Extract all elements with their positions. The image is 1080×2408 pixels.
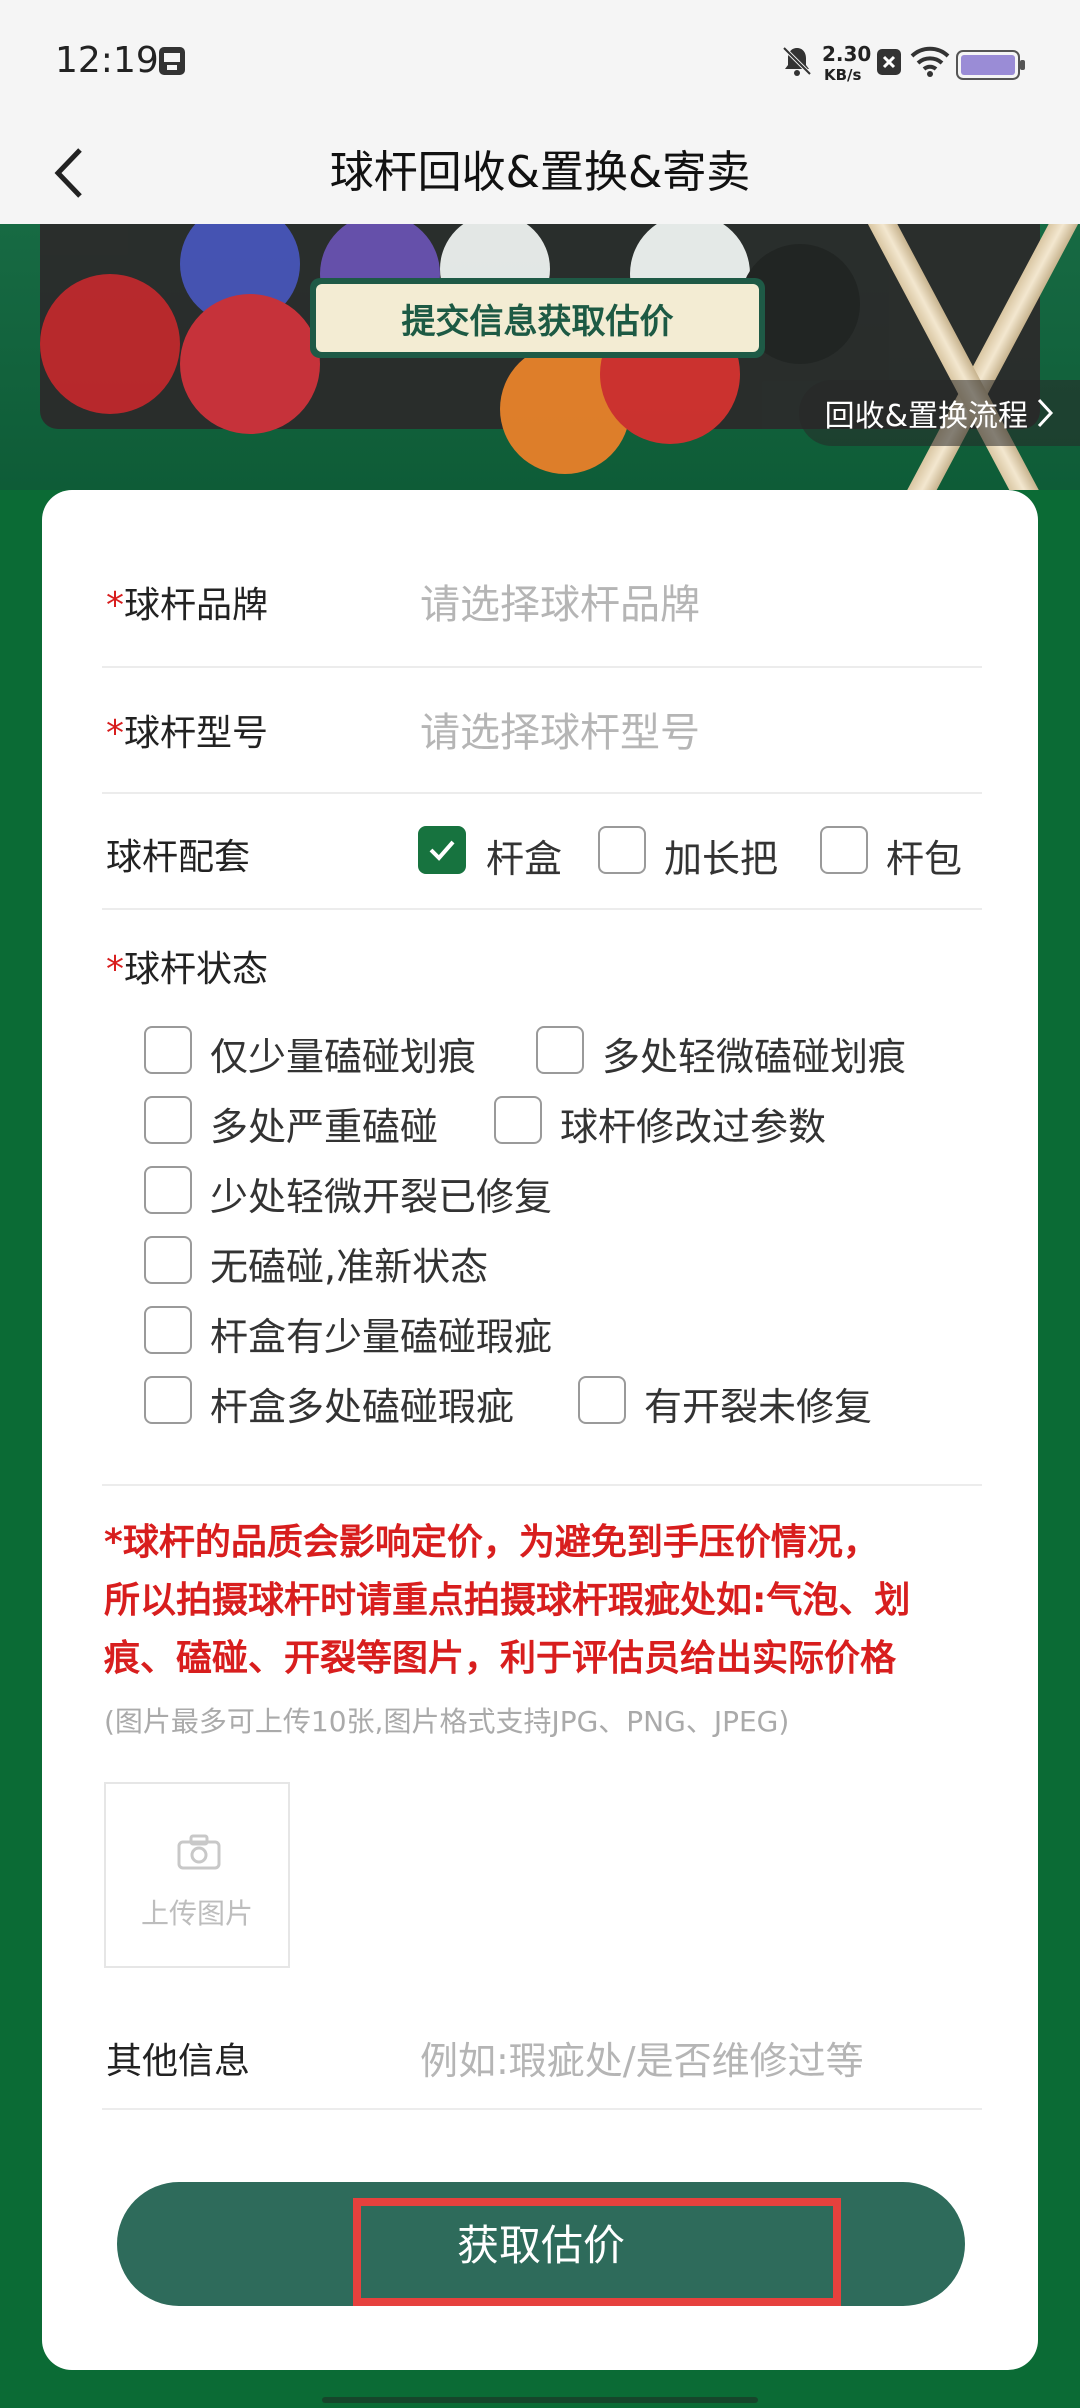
condition-section: *球杆状态 仅少量磕碰划痕 多处轻微磕碰划痕 多处严重磕碰 球杆修改过参数 少处… (102, 908, 982, 1486)
status-bar: 12:19 2.30 KB/s (0, 0, 1080, 126)
condition-checkbox[interactable] (144, 1166, 192, 1214)
condition-checkbox[interactable] (494, 1096, 542, 1144)
chevron-right-icon (1037, 398, 1054, 428)
close-box-icon (876, 48, 902, 80)
accessory-label-extension: 加长把 (664, 837, 779, 881)
sim-card-icon (158, 46, 186, 80)
bell-off-icon (780, 44, 814, 82)
condition-option-label: 杆盒多处磕碰瑕疵 (210, 1385, 515, 1429)
accessory-checkbox-bag[interactable] (820, 826, 868, 874)
process-link-label: 回收&置换流程 (824, 399, 1028, 434)
condition-checkbox[interactable] (578, 1376, 626, 1424)
app-header: 球杆回收&置换&寄卖 (0, 126, 1080, 224)
billiard-ball (40, 274, 180, 414)
required-mark: * (106, 949, 124, 990)
condition-option-label: 无磕碰,准新状态 (210, 1245, 489, 1289)
brand-label-group: *球杆品牌 (106, 576, 268, 628)
condition-checkbox[interactable] (536, 1026, 584, 1074)
status-time: 12:19 (55, 40, 159, 81)
condition-label: 球杆状态 (124, 949, 269, 990)
quality-warning: *球杆的品质会影响定价，为避免到手压价情况， 所以拍摄球杆时请重点拍摄球杆瑕疵处… (104, 1514, 984, 1688)
condition-option-label: 仅少量磕碰划痕 (210, 1035, 477, 1079)
home-indicator (322, 2397, 758, 2403)
accessory-checkbox-extension[interactable] (598, 826, 646, 874)
upload-image-button[interactable]: 上传图片 (104, 1782, 290, 1968)
condition-option-label: 少处轻微开裂已修复 (210, 1175, 553, 1219)
highlight-box (353, 2198, 841, 2306)
brand-label: 球杆品牌 (124, 585, 269, 626)
check-icon (429, 840, 455, 861)
accessories-label: 球杆配套 (106, 837, 251, 878)
net-speed-unit: KB/s (824, 66, 862, 84)
required-mark: * (106, 713, 124, 754)
upload-hint: (图片最多可上传10张,图片格式支持JPG、PNG、JPEG) (104, 1705, 790, 1738)
process-link[interactable]: 回收&置换流程 (798, 380, 1080, 446)
condition-label-group: *球杆状态 (106, 940, 268, 992)
condition-checkbox[interactable] (144, 1096, 192, 1144)
wifi-icon (910, 46, 950, 82)
warning-line: 痕、磕碰、开裂等图片，利于评估员给出实际价格 (104, 1638, 897, 1679)
brand-row[interactable]: *球杆品牌 请选择球杆品牌 (102, 540, 982, 668)
condition-option-label: 杆盒有少量磕碰瑕疵 (210, 1315, 553, 1359)
condition-checkbox[interactable] (144, 1376, 192, 1424)
form-card: *球杆品牌 请选择球杆品牌 *球杆型号 请选择球杆型号 球杆配套 杆盒 加长把 … (42, 490, 1038, 2370)
condition-option-label: 多处严重磕碰 (210, 1105, 439, 1149)
condition-checkbox[interactable] (144, 1236, 192, 1284)
banner-badge-text: 提交信息获取估价 (316, 284, 759, 352)
condition-checkbox[interactable] (144, 1306, 192, 1354)
accessory-checkbox-case[interactable] (418, 826, 466, 874)
other-info-label: 其他信息 (106, 2041, 251, 2082)
model-label-group: *球杆型号 (106, 704, 268, 756)
warning-line: *球杆的品质会影响定价，为避免到手压价情况， (104, 1522, 879, 1563)
condition-option-label: 球杆修改过参数 (560, 1105, 827, 1149)
banner-badge: 提交信息获取估价 (310, 278, 765, 358)
battery-icon (956, 50, 1026, 84)
model-label: 球杆型号 (124, 713, 269, 754)
net-speed-value: 2.30 (822, 42, 872, 66)
condition-checkbox[interactable] (144, 1026, 192, 1074)
billiard-ball (180, 294, 320, 434)
required-mark: * (106, 585, 124, 626)
accessories-row: 球杆配套 杆盒 加长把 杆包 (102, 792, 982, 910)
model-row[interactable]: *球杆型号 请选择球杆型号 (102, 666, 982, 794)
condition-option-label: 多处轻微磕碰划痕 (602, 1035, 907, 1079)
accessory-label-bag: 杆包 (886, 837, 963, 881)
condition-option-label: 有开裂未修复 (644, 1385, 873, 1429)
other-info-input[interactable]: 例如:瑕疵处/是否维修过等 (420, 2030, 864, 2085)
other-info-row: 其他信息 例如:瑕疵处/是否维修过等 (102, 2002, 982, 2110)
brand-select[interactable]: 请选择球杆品牌 (420, 572, 700, 630)
upload-label: 上传图片 (140, 1897, 253, 1930)
accessory-label-case: 杆盒 (486, 837, 563, 881)
warning-line: 所以拍摄球杆时请重点拍摄球杆瑕疵处如:气泡、划 (104, 1580, 911, 1621)
promo-banner: 提交信息获取估价 回收&置换流程 (0, 224, 1080, 490)
page-title: 球杆回收&置换&寄卖 (329, 147, 751, 198)
model-select[interactable]: 请选择球杆型号 (420, 700, 700, 758)
camera-icon (177, 1834, 221, 1870)
